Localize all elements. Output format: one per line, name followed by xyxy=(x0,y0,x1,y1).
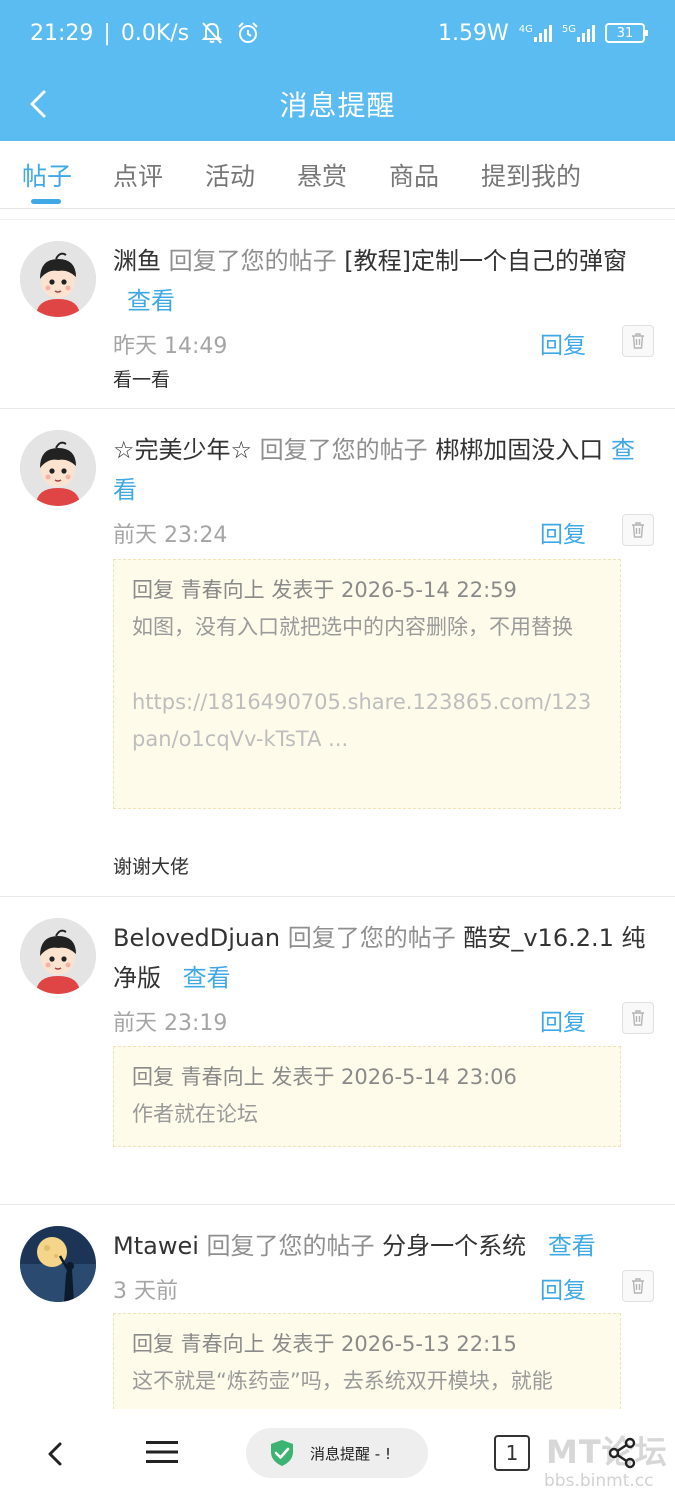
shield-check-icon xyxy=(271,1440,293,1466)
delete-button[interactable] xyxy=(622,514,654,546)
timestamp: 前天 23:24 xyxy=(113,523,228,548)
quoted-reply: 回复 青春向上 发表于 2026-5-14 22:59 如图，没有入口就把选中的… xyxy=(113,559,621,809)
trash-icon xyxy=(632,522,644,538)
avatar[interactable] xyxy=(20,1226,96,1302)
timestamp: 前天 23:19 xyxy=(113,1011,228,1036)
notification-headline: 渊鱼 回复了您的帖子 [教程]定制一个自己的弹窗 查看 xyxy=(113,241,653,321)
tab-bounties[interactable]: 悬赏 xyxy=(297,157,347,193)
page-title: 消息提醒 xyxy=(279,88,396,122)
tab-count-button[interactable]: 1 xyxy=(494,1435,530,1471)
signal-4g-icon: 4G xyxy=(519,24,552,42)
tab-posts[interactable]: 帖子 xyxy=(22,157,72,193)
action-text: 回复了您的帖子 xyxy=(206,1232,375,1260)
reply-comment: 谢谢大佬 xyxy=(113,856,190,878)
timestamp: 昨天 14:49 xyxy=(113,334,228,359)
username[interactable]: 渊鱼 xyxy=(113,247,161,275)
quote-header: 回复 青春向上 发表于 2026-5-14 22:59 xyxy=(132,578,517,602)
view-link[interactable]: 查看 xyxy=(183,964,231,992)
delete-button[interactable] xyxy=(622,1002,654,1034)
trash-icon xyxy=(632,333,644,349)
reply-button[interactable]: 回复 xyxy=(540,515,586,549)
quote-header: 回复 青春向上 发表于 2026-5-13 22:15 xyxy=(132,1332,517,1356)
tab-mentions[interactable]: 提到我的 xyxy=(481,157,581,193)
status-time: 21:29 xyxy=(30,20,94,46)
notification-item: 渊鱼 回复了您的帖子 [教程]定制一个自己的弹窗 查看 昨天 14:49 回复 … xyxy=(0,220,675,409)
bell-muted-icon xyxy=(201,22,223,44)
cartoon-boy-icon xyxy=(20,430,96,506)
tab-bar: 帖子 点评 活动 悬赏 商品 提到我的 xyxy=(0,141,675,209)
status-divider: | xyxy=(103,20,111,46)
notification-headline: BelovedDjuan 回复了您的帖子 酷安_v16.2.1 纯净版 查看 xyxy=(113,918,653,998)
delete-button[interactable] xyxy=(622,325,654,357)
trash-icon xyxy=(632,1010,644,1026)
current-tab-label: 消息提醒 - ! xyxy=(310,1444,391,1463)
username[interactable]: Mtawei xyxy=(113,1232,199,1260)
post-title[interactable]: [教程]定制一个自己的弹窗 xyxy=(344,247,627,275)
reply-button[interactable]: 回复 xyxy=(540,1003,586,1037)
status-power: 1.59W xyxy=(438,20,509,46)
active-tab-indicator xyxy=(31,199,61,204)
username[interactable]: BelovedDjuan xyxy=(113,924,280,952)
signal-5g-icon: 5G xyxy=(562,24,595,42)
notification-headline: ☆完美少年☆ 回复了您的帖子 梆梆加固没入口 查看 xyxy=(113,430,653,510)
notification-item: ☆完美少年☆ 回复了您的帖子 梆梆加固没入口 查看 前天 23:24 回复 回复… xyxy=(0,409,675,897)
reply-comment: 看一看 xyxy=(113,369,171,391)
post-title[interactable]: 分身一个系统 xyxy=(382,1232,526,1260)
app-bar: 21:29 | 0.0K/s 1.59W 4G 5G 31 消息提醒 xyxy=(0,0,675,141)
title-bar: 消息提醒 xyxy=(0,66,675,141)
back-arrow-icon[interactable] xyxy=(24,84,54,124)
view-link[interactable]: 查看 xyxy=(127,287,175,315)
reply-button[interactable]: 回复 xyxy=(540,326,586,360)
nav-back-icon[interactable] xyxy=(44,1439,66,1469)
avatar[interactable] xyxy=(20,430,96,506)
quote-body: 这不就是“炼药壶”吗，去系统双开模块，就能 xyxy=(132,1369,553,1393)
post-title[interactable]: 梆梆加固没入口 xyxy=(435,436,603,464)
status-net-speed: 0.0K/s xyxy=(120,20,190,46)
share-icon[interactable] xyxy=(604,1435,640,1471)
tab-reviews[interactable]: 点评 xyxy=(113,157,163,193)
avatar[interactable] xyxy=(20,918,96,994)
notification-headline: Mtawei 回复了您的帖子 分身一个系统 查看 xyxy=(113,1226,653,1266)
quote-body: 作者就在论坛 xyxy=(132,1102,258,1126)
cartoon-boy-icon xyxy=(20,241,96,317)
avatar[interactable] xyxy=(20,241,96,317)
status-bar: 21:29 | 0.0K/s 1.59W 4G 5G 31 xyxy=(0,0,675,66)
timestamp: 3 天前 xyxy=(113,1279,178,1304)
current-tab-pill[interactable]: 消息提醒 - ! xyxy=(246,1428,428,1478)
quote-header: 回复 青春向上 发表于 2026-5-14 23:06 xyxy=(132,1065,517,1089)
alarm-icon xyxy=(238,22,258,43)
view-link[interactable]: 查看 xyxy=(548,1232,596,1260)
quote-link[interactable]: https://1816490705.share.123865.com/123p… xyxy=(132,684,602,758)
delete-button[interactable] xyxy=(622,1270,654,1302)
action-text: 回复了您的帖子 xyxy=(287,924,456,952)
battery-icon: 31 xyxy=(605,23,648,43)
notification-item: BelovedDjuan 回复了您的帖子 酷安_v16.2.1 纯净版 查看 前… xyxy=(0,897,675,1205)
notification-item: Mtawei 回复了您的帖子 分身一个系统 查看 3 天前 回复 回复 青春向上… xyxy=(0,1205,675,1409)
cartoon-boy-icon xyxy=(20,918,96,994)
reply-button[interactable]: 回复 xyxy=(540,1271,586,1305)
action-text: 回复了您的帖子 xyxy=(168,247,337,275)
action-text: 回复了您的帖子 xyxy=(259,436,428,464)
trash-icon xyxy=(632,1278,644,1294)
watermark-url: bbs.binmt.cc xyxy=(544,1471,654,1491)
username[interactable]: ☆完美少年☆ xyxy=(113,436,252,464)
quoted-reply: 回复 青春向上 发表于 2026-5-13 22:15 这不就是“炼药壶”吗，去… xyxy=(113,1313,621,1409)
menu-icon[interactable] xyxy=(146,1439,178,1465)
quote-body: 如图，没有入口就把选中的内容删除，不用替换 xyxy=(132,615,573,639)
tab-activities[interactable]: 活动 xyxy=(205,157,255,193)
tab-products[interactable]: 商品 xyxy=(389,157,439,193)
quoted-reply: 回复 青春向上 发表于 2026-5-14 23:06 作者就在论坛 xyxy=(113,1046,621,1147)
bottom-nav-bar: 消息提醒 - ! 1 MT论坛 bbs.binmt.cc xyxy=(0,1409,675,1500)
moon-avatar-icon xyxy=(20,1226,96,1302)
